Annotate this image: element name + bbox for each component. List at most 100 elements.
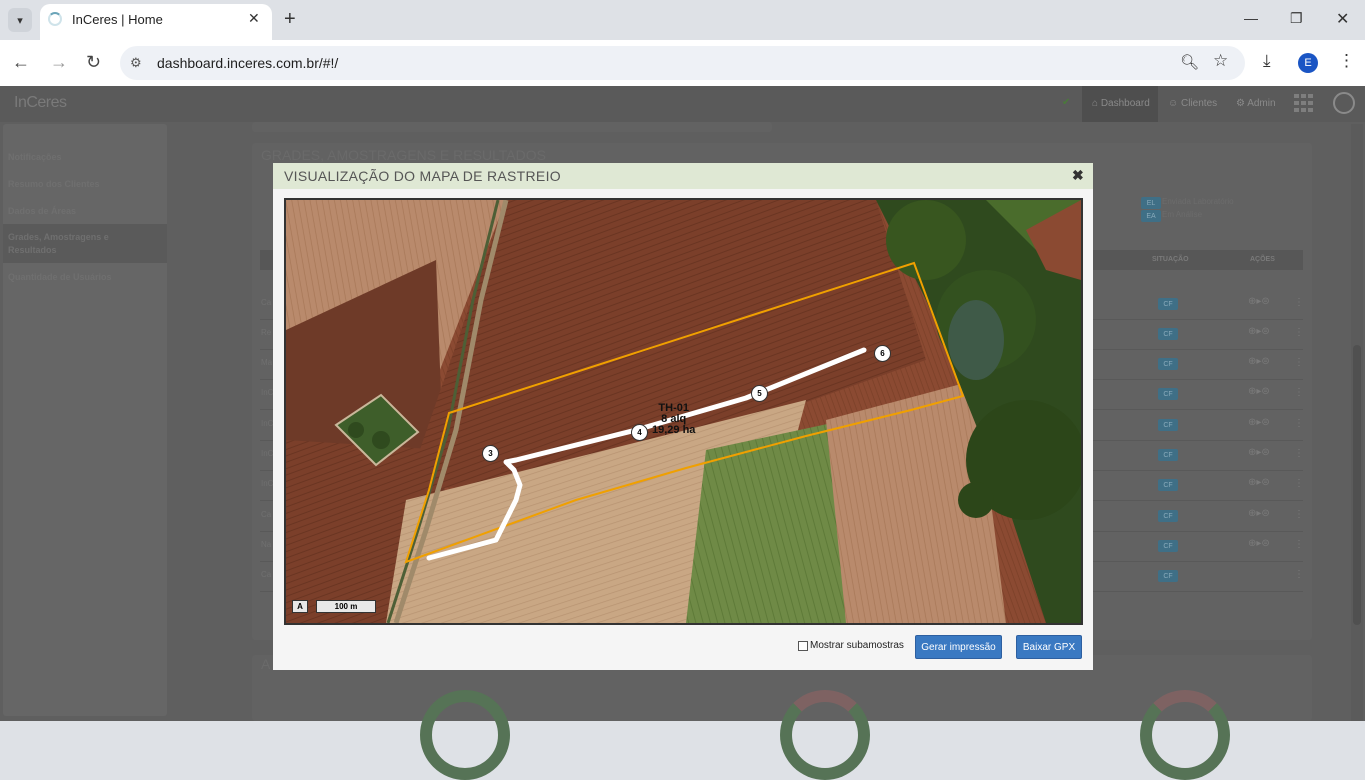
modal-title: VISUALIZAÇÃO DO MAPA DE RASTREIO [284,168,561,184]
row-client-name: Ca [261,510,272,519]
status-badge: CF [1158,388,1178,400]
row-client-name: InC [261,419,274,428]
row-client-name: Ma [261,358,273,367]
field-label: TH-01 8 alq 19,29 ha [652,403,695,436]
status-badge: CF [1158,540,1178,552]
legend-badge-el: EL [1141,197,1161,209]
row-action-icons[interactable]: ⊕▸⊜ [1248,386,1270,397]
waypoint-marker-5[interactable]: 5 [751,385,768,402]
reload-icon[interactable]: ↻ [86,52,101,73]
nav-clientes-label: Clientes [1181,98,1218,109]
bookmark-star-icon[interactable]: ☆ [1213,51,1228,71]
row-action-icons[interactable]: ⊕▸⊜ [1248,356,1270,367]
row-client-name: InC [261,388,274,397]
row-action-icons[interactable]: ⊕▸⊜ [1248,417,1270,428]
sidebar-item-resumo-clientes[interactable]: Resumo dos Clientes [8,178,158,191]
legend-label-ea: Em Análise [1162,210,1203,219]
row-action-icons[interactable]: ⊕▸⊜ [1248,447,1270,458]
show-subsamples-checkbox[interactable]: Mostrar subamostras [798,640,904,651]
row-menu-icon[interactable]: ⋮ [1294,478,1304,489]
status-badge: CF [1158,298,1178,310]
profile-avatar[interactable]: E [1298,53,1318,73]
download-gpx-button[interactable]: Baixar GPX [1016,635,1082,659]
status-badge: CF [1158,570,1178,582]
print-button[interactable]: Gerar impressão [915,635,1002,659]
row-menu-icon[interactable]: ⋮ [1294,509,1304,520]
sidebar-item-grades[interactable]: Grades, Amostragens e Resultados [8,231,158,257]
sidebar-item-quantidade-usuarios[interactable]: Quantidade de Usuários [8,271,158,284]
row-action-icons[interactable]: ⊕▸⊜ [1248,296,1270,307]
nav-admin[interactable]: ⚙ Admin [1236,98,1276,109]
browser-menu-icon[interactable]: ⋮ [1338,51,1355,71]
tab-search-button[interactable]: ▾ [8,8,32,32]
url-text[interactable]: dashboard.inceres.com.br/#!/ [157,55,338,71]
row-menu-icon[interactable]: ⋮ [1294,448,1304,459]
show-subsamples-label: Mostrar subamostras [810,640,904,651]
page-scrollbar-thumb[interactable] [1353,345,1361,625]
nav-clientes[interactable]: ☺ Clientes [1168,98,1217,109]
zoom-icon[interactable]: 🔍︎ [1180,53,1199,71]
section-title: GRADES, AMOSTRAGENS E RESULTADOS [261,147,546,163]
checkbox-box[interactable] [798,640,808,651]
status-badge: CF [1158,419,1178,431]
sidebar-item-dados-areas[interactable]: Dados de Áreas [8,205,158,218]
back-icon[interactable]: ← [12,52,30,73]
download-icon[interactable]: ⤓ [1263,51,1271,71]
row-client-name: Ca [261,298,272,307]
row-action-icons[interactable]: ⊕▸⊜ [1248,538,1270,549]
minimize-icon[interactable]: — [1244,10,1258,26]
user-account-icon[interactable] [1333,92,1355,114]
nav-dashboard[interactable]: ⌂ Dashboard [1092,98,1150,109]
row-client-name: InC [261,449,274,458]
tab-close-icon[interactable]: ✕ [248,10,260,27]
second-section-title: A [261,656,271,672]
waypoint-marker-6[interactable]: 6 [874,345,891,362]
nav-dashboard-label: Dashboard [1100,98,1150,109]
app-top-bar [0,86,1365,122]
site-settings-icon[interactable]: ⚙ [130,55,142,71]
north-arrow-icon: A [292,600,308,613]
forward-icon[interactable]: → [50,52,68,73]
row-menu-icon[interactable]: ⋮ [1294,297,1304,308]
check-icon: ✔ [1062,97,1071,108]
row-client-name: Ca [261,570,272,579]
row-menu-icon[interactable]: ⋮ [1294,418,1304,429]
waypoint-marker-4[interactable]: 4 [631,424,648,441]
map-scale-bar: 100 m [316,600,376,613]
row-menu-icon[interactable]: ⋮ [1294,357,1304,368]
donut-chart-2 [780,690,870,780]
app-logo[interactable]: InCeres [14,94,67,112]
status-badge: CF [1158,510,1178,522]
row-action-icons[interactable]: ⊕▸⊜ [1248,508,1270,519]
col-header-acoes: AÇÕES [1250,256,1275,263]
status-badge: CF [1158,449,1178,461]
row-menu-icon[interactable]: ⋮ [1294,539,1304,550]
row-action-icons[interactable]: ⊕▸⊜ [1248,477,1270,488]
donut-chart-1 [420,690,510,780]
legend-label-el: Enviada Laboratório [1162,197,1234,206]
nav-admin-label: Admin [1247,98,1276,109]
status-badge: CF [1158,328,1178,340]
status-badge: CF [1158,479,1178,491]
row-client-name: Na [261,540,272,549]
row-client-name: Re [261,328,272,337]
status-badge: CF [1158,358,1178,370]
apps-grid-icon[interactable] [1294,94,1314,112]
restore-icon[interactable]: ❐ [1290,10,1303,27]
tab-loading-icon [48,12,62,26]
row-menu-icon[interactable]: ⋮ [1294,387,1304,398]
legend-badge-ea: EA [1141,210,1161,222]
window-close-icon[interactable]: ✕ [1336,9,1349,29]
row-action-icons[interactable]: ⊕▸⊜ [1248,326,1270,337]
sidebar-item-notificacoes[interactable]: Notificações [8,151,158,164]
new-tab-button[interactable]: + [284,8,296,31]
field-label-area-ha: 19,29 ha [652,424,696,436]
row-menu-icon[interactable]: ⋮ [1294,327,1304,338]
tab-title: InCeres | Home [72,12,163,27]
row-menu-icon[interactable]: ⋮ [1294,569,1304,580]
tracking-map[interactable]: TH-01 8 alq 19,29 ha 3 4 5 6 A 100 m [284,198,1083,625]
waypoint-marker-3[interactable]: 3 [482,445,499,462]
col-header-situacao: SITUAÇÃO [1152,256,1189,263]
previous-panel [252,122,772,132]
modal-close-icon[interactable]: ✖ [1072,167,1084,184]
